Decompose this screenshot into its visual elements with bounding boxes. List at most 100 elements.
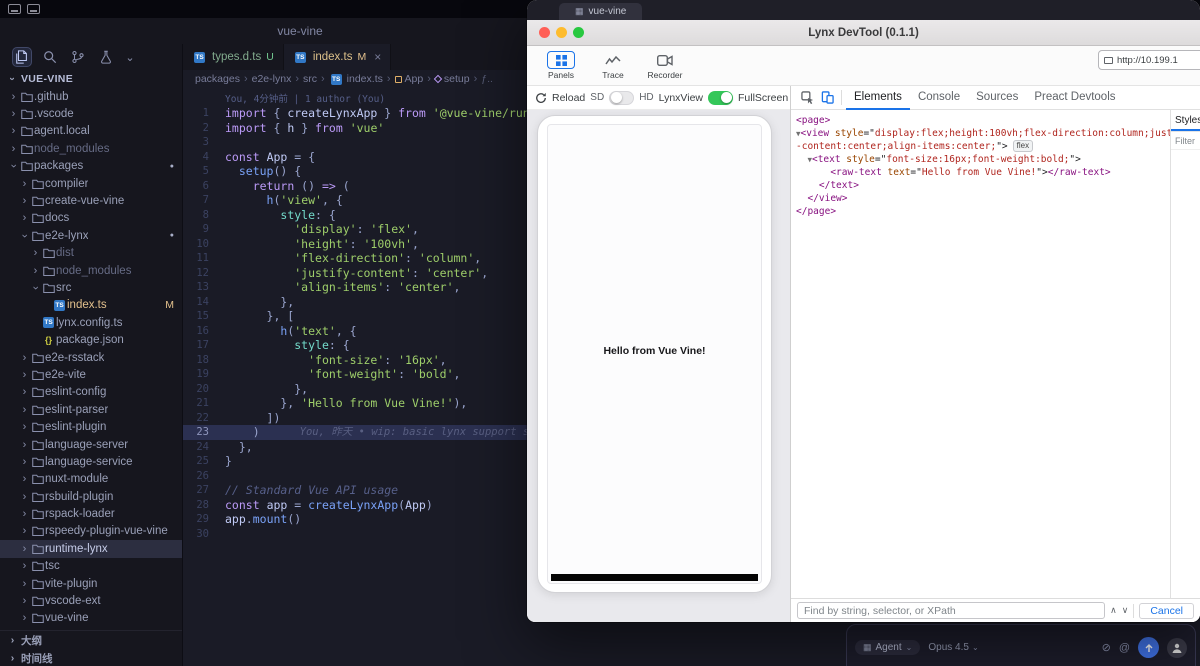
tree-item-e2e-rsstack[interactable]: › e2e-rsstack (0, 349, 182, 366)
elements-tree-line-4[interactable]: ▼<text style="font-size:16px;font-weight… (796, 153, 1170, 166)
tree-item-node-modules[interactable]: › node_modules (0, 262, 182, 279)
line-number[interactable]: 6 (183, 179, 209, 194)
line-number[interactable]: 24 (183, 440, 209, 455)
tree-item-dist[interactable]: › dist (0, 245, 182, 262)
tree-item-packages[interactable]: › packages ● (0, 158, 182, 175)
tree-item-github[interactable]: › .github (0, 88, 182, 105)
breadcrumb-item-src[interactable]: src (303, 73, 317, 85)
line-number[interactable]: 1 (183, 106, 209, 121)
tree-item-node-modules[interactable]: › node_modules (0, 140, 182, 157)
line-number[interactable]: 19 (183, 367, 209, 382)
line-number[interactable]: 29 (183, 512, 209, 527)
explorer-section-header[interactable]: › VUE-VINE (0, 70, 182, 88)
tree-item-create-vue-vine[interactable]: › create-vue-vine (0, 192, 182, 209)
tools-icon[interactable]: ⊘ (1102, 641, 1111, 654)
tree-item-lynx-config-ts[interactable]: TS lynx.config.ts (0, 314, 182, 331)
tree-item-compiler[interactable]: › compiler (0, 175, 182, 192)
breadcrumb-item-[interactable]: ƒ.. (481, 73, 493, 85)
breadcrumb-item-packages[interactable]: packages (195, 73, 240, 85)
line-number[interactable]: 11 (183, 251, 209, 266)
editor-tab-index-ts[interactable]: TS index.ts M × (283, 44, 392, 70)
codelens-text[interactable]: You, 4分钟前 | 1 author (You) (225, 93, 385, 106)
close-window-button[interactable] (539, 27, 550, 38)
tree-item-language-service[interactable]: › language-service (0, 453, 182, 470)
line-number[interactable]: 30 (183, 527, 209, 542)
tree-item-e2e-lynx[interactable]: › e2e-lynx ● (0, 227, 182, 244)
tree-item-index-ts[interactable]: TS index.ts M (0, 297, 182, 314)
devtools-tab-elements[interactable]: Elements (846, 86, 910, 110)
reload-label[interactable]: Reload (552, 92, 585, 104)
tree-item-vscode-ext[interactable]: › vscode-ext (0, 592, 182, 609)
line-number[interactable]: 3 (183, 135, 209, 150)
tree-item-tsc[interactable]: › tsc (0, 558, 182, 575)
line-number[interactable]: 26 (183, 469, 209, 484)
timeline-section[interactable]: › 时间线 (0, 649, 182, 666)
fullscreen-toggle[interactable] (708, 90, 733, 105)
session-tab[interactable]: ▦ vue-vine (559, 3, 643, 20)
line-number[interactable]: 23 (183, 425, 209, 440)
styles-tab[interactable]: Styles (1171, 110, 1200, 132)
styles-filter[interactable]: Filter (1171, 132, 1200, 150)
search-next-icon[interactable]: ∨ (1122, 605, 1129, 616)
tree-item-vite-plugin[interactable]: › vite-plugin (0, 575, 182, 592)
model-selector[interactable]: Opus 4.5 ⌄ (928, 642, 978, 653)
breadcrumb-item-setup[interactable]: setup (433, 73, 470, 85)
line-number[interactable]: 20 (183, 382, 209, 397)
elements-search-input[interactable] (797, 602, 1106, 619)
line-number[interactable]: 4 (183, 150, 209, 165)
cancel-button[interactable]: Cancel (1139, 602, 1194, 619)
close-icon[interactable]: × (374, 50, 381, 64)
elements-tree-line-8[interactable]: </page> (796, 205, 1170, 218)
editor-tab-types-d-ts[interactable]: TS types.d.ts U (183, 44, 284, 70)
elements-tree-line-3[interactable]: -content:center;align-items:center;"> fle… (796, 140, 1170, 153)
reload-icon[interactable] (535, 92, 547, 104)
agent-mode-selector[interactable]: ▦ Agent ⌄ (855, 640, 921, 655)
recorder-button[interactable]: Recorder (641, 51, 689, 80)
tree-item-e2e-vite[interactable]: › e2e-vite (0, 366, 182, 383)
trace-button[interactable]: Trace (589, 51, 637, 80)
chevron-down-icon[interactable]: ⌄ (124, 47, 136, 67)
phone-screen[interactable]: Hello from Vue Vine! (547, 124, 762, 584)
tree-item-src[interactable]: › src (0, 279, 182, 296)
tree-item-vue-vine[interactable]: › vue-vine (0, 610, 182, 627)
elements-tree-line-7[interactable]: </view> (796, 192, 1170, 205)
line-number[interactable]: 28 (183, 498, 209, 513)
inspect-icon[interactable] (797, 91, 817, 104)
sd-toggle[interactable] (609, 90, 635, 105)
outline-section[interactable]: › 大纲 (0, 631, 182, 649)
mention-icon[interactable]: @ (1119, 642, 1130, 654)
tree-item-rsbuild-plugin[interactable]: › rsbuild-plugin (0, 488, 182, 505)
line-number[interactable]: 15 (183, 309, 209, 324)
source-control-icon[interactable] (68, 47, 88, 67)
tree-item-vscode[interactable]: › .vscode (0, 105, 182, 122)
window-icon[interactable] (8, 4, 21, 14)
elements-tree-line-2[interactable]: ▼<view style="display:flex;height:100vh;… (796, 127, 1170, 140)
line-number[interactable]: 14 (183, 295, 209, 310)
tree-item-rspeedy-plugin-vue-vine[interactable]: › rspeedy-plugin-vue-vine (0, 523, 182, 540)
panels-button[interactable]: Panels (537, 51, 585, 80)
line-number[interactable]: 9 (183, 222, 209, 237)
line-number[interactable]: 2 (183, 121, 209, 136)
elements-tree-line-1[interactable]: <page> (796, 114, 1170, 127)
devtools-tab-console[interactable]: Console (910, 86, 968, 110)
line-number[interactable]: 12 (183, 266, 209, 281)
tree-item-rspack-loader[interactable]: › rspack-loader (0, 505, 182, 522)
testing-flask-icon[interactable] (96, 47, 116, 67)
line-number[interactable]: 13 (183, 280, 209, 295)
line-number[interactable]: 10 (183, 237, 209, 252)
explorer-icon[interactable] (12, 47, 32, 67)
line-number[interactable]: 18 (183, 353, 209, 368)
tree-item-nuxt-module[interactable]: › nuxt-module (0, 471, 182, 488)
line-number[interactable]: 17 (183, 338, 209, 353)
line-number[interactable]: 5 (183, 164, 209, 179)
account-avatar[interactable] (1167, 637, 1187, 658)
search-prev-icon[interactable]: ∧ (1110, 605, 1117, 616)
tree-item-eslint-config[interactable]: › eslint-config (0, 384, 182, 401)
elements-tree-line-6[interactable]: </text> (796, 179, 1170, 192)
tree-item-docs[interactable]: › docs (0, 210, 182, 227)
tree-item-runtime-lynx[interactable]: › runtime-lynx (0, 540, 182, 558)
line-number[interactable]: 27 (183, 483, 209, 498)
breadcrumb-item-app[interactable]: App (394, 73, 423, 85)
minimize-window-button[interactable] (556, 27, 567, 38)
device-toolbar-icon[interactable] (817, 91, 837, 104)
